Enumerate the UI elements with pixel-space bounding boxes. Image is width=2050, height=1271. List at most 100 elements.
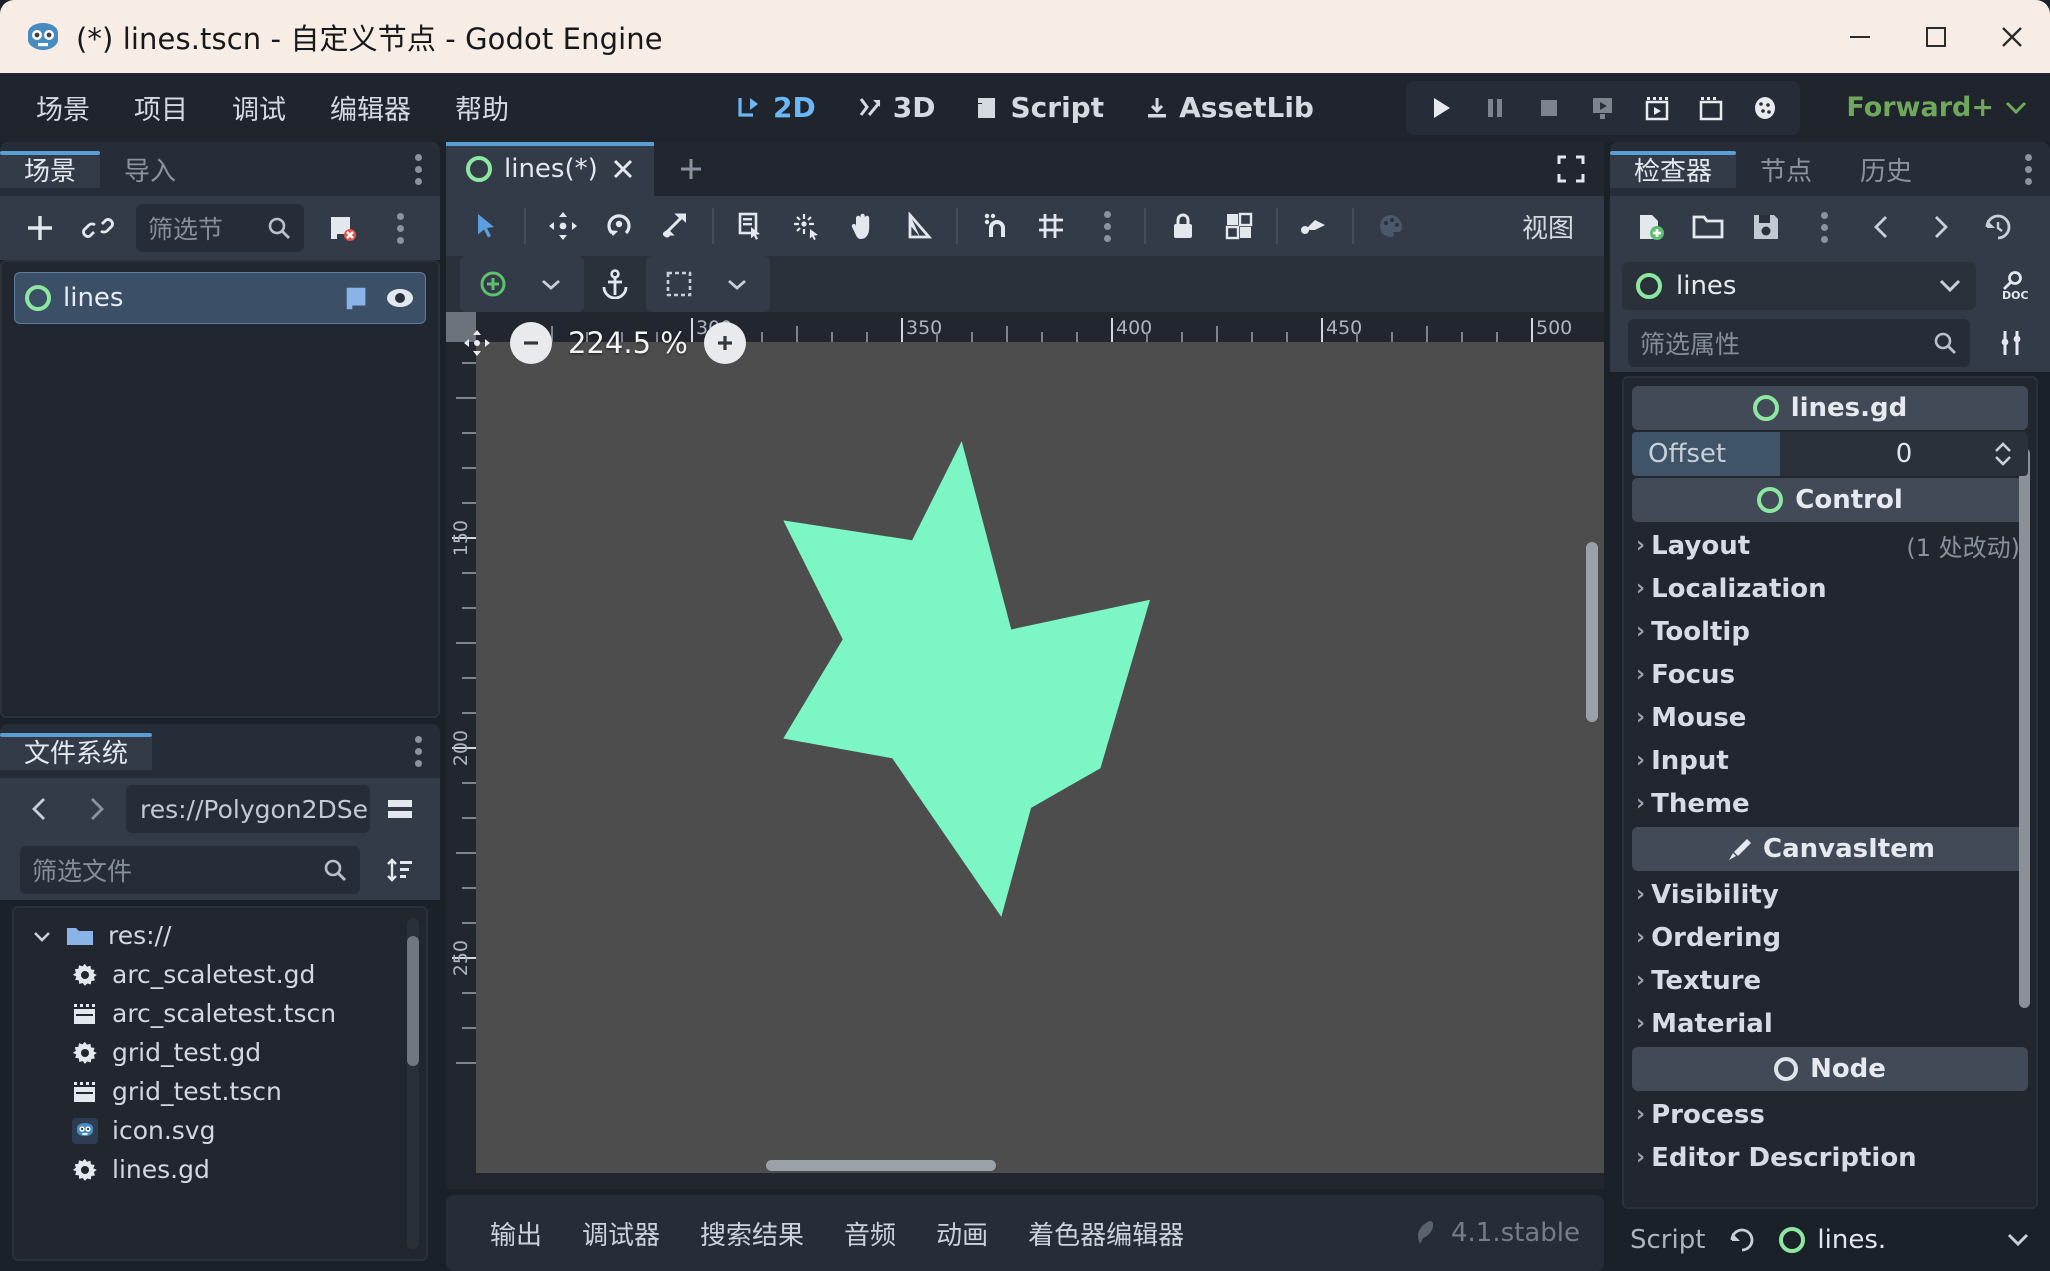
close-button[interactable]	[1974, 0, 2050, 73]
skeleton-icon[interactable]	[1288, 201, 1342, 251]
tab-node[interactable]: 节点	[1736, 151, 1836, 188]
canvas-drawing-area[interactable]	[476, 342, 1604, 1173]
inspector-group-localization[interactable]: › Localization	[1624, 567, 2036, 610]
chevron-down-icon[interactable]	[1938, 278, 1962, 294]
minimize-button[interactable]	[1822, 0, 1898, 73]
instantiate-scene-button[interactable]	[72, 203, 124, 253]
add-node-button[interactable]	[14, 203, 66, 253]
menu-scene[interactable]: 场景	[14, 80, 112, 135]
spinner-icon[interactable]	[1992, 440, 2014, 468]
inspector-group-layout[interactable]: › Layout (1 处改动)	[1624, 524, 2036, 567]
mode-3d-button[interactable]: 3D	[840, 83, 952, 132]
new-scene-tab-button[interactable]	[654, 142, 728, 196]
snap-options-icon[interactable]	[1080, 201, 1134, 251]
script-property-value[interactable]: lines.	[1779, 1225, 1886, 1255]
mode-script-button[interactable]: Script	[960, 83, 1121, 132]
maximize-button[interactable]	[1898, 0, 1974, 73]
lock-icon[interactable]	[1156, 201, 1210, 251]
save-resource-button[interactable]	[1740, 202, 1792, 252]
filesystem-dock-menu-icon[interactable]	[397, 735, 440, 767]
menu-debug[interactable]: 调试	[210, 80, 308, 135]
list-item[interactable]: arc_scaletest.gd	[14, 955, 426, 994]
renderer-selector[interactable]: Forward+	[1846, 92, 2028, 123]
inspector-group-input[interactable]: › Input	[1624, 739, 2036, 782]
filesystem-filter-input[interactable]: 筛选文件	[20, 846, 360, 894]
group-icon[interactable]	[1212, 201, 1266, 251]
filesystem-scrollbar-thumb[interactable]	[407, 936, 419, 1066]
history-icon[interactable]	[1972, 202, 2024, 252]
list-item[interactable]: icon.svg	[14, 1111, 426, 1150]
chevron-down-icon[interactable]	[2006, 1232, 2030, 1248]
bottom-tab-animation[interactable]: 动画	[916, 1215, 1008, 1252]
visibility-icon[interactable]	[385, 285, 415, 311]
inspector-category-control[interactable]: Control	[1632, 478, 2028, 522]
inspector-group-visibility[interactable]: › Visibility	[1624, 873, 2036, 916]
view-menu-button[interactable]: 视图	[1506, 208, 1590, 245]
canvas-viewport[interactable]: 300 350 400	[446, 312, 1604, 1189]
rect-options-icon[interactable]	[710, 259, 764, 309]
revert-icon[interactable]	[1727, 1226, 1757, 1254]
script-attached-icon[interactable]	[343, 284, 371, 312]
snap-mode-icon[interactable]	[968, 201, 1022, 251]
inspector-property-list[interactable]: lines.gd Offset 0 Control › Layout (1 处改…	[1622, 376, 2038, 1209]
tab-filesystem[interactable]: 文件系统	[0, 732, 153, 770]
inspector-group-editor-description[interactable]: › Editor Description	[1624, 1136, 2036, 1179]
split-mode-button[interactable]	[374, 784, 426, 834]
list-item[interactable]: grid_test.gd	[14, 1033, 426, 1072]
bottom-tab-audio[interactable]: 音频	[824, 1215, 916, 1252]
sort-button[interactable]	[374, 845, 426, 895]
new-resource-button[interactable]	[1624, 202, 1676, 252]
anchor-icon[interactable]	[588, 259, 642, 309]
zoom-out-button[interactable]	[510, 322, 552, 364]
inspector-group-ordering[interactable]: › Ordering	[1624, 916, 2036, 959]
inspector-scrollbar-thumb[interactable]	[2019, 448, 2030, 1008]
inspector-group-focus[interactable]: › Focus	[1624, 653, 2036, 696]
open-doc-button[interactable]: DOC	[1986, 261, 2038, 311]
bottom-tab-debugger[interactable]: 调试器	[562, 1215, 680, 1252]
close-icon[interactable]	[610, 156, 636, 182]
rect-select-icon[interactable]	[652, 259, 706, 309]
rotate-mode-icon[interactable]	[592, 201, 646, 251]
history-forward-button[interactable]	[1914, 202, 1966, 252]
menu-editor[interactable]: 编辑器	[308, 80, 433, 135]
inspector-group-material[interactable]: › Material	[1624, 1002, 2036, 1045]
tab-scene[interactable]: 场景	[0, 150, 101, 188]
tab-inspector[interactable]: 检查器	[1610, 150, 1737, 188]
inspector-group-mouse[interactable]: › Mouse	[1624, 696, 2036, 739]
filesystem-path-input[interactable]: res://Polygon2DSe	[126, 785, 370, 833]
inspector-group-theme[interactable]: › Theme	[1624, 782, 2036, 825]
movie-writer-icon[interactable]	[1686, 85, 1736, 131]
play-custom-scene-icon[interactable]	[1632, 85, 1682, 131]
inspector-node-selector[interactable]: lines	[1622, 262, 1976, 310]
pan-mode-icon[interactable]	[836, 201, 890, 251]
move-mode-icon[interactable]	[536, 201, 590, 251]
inspector-dock-menu-icon[interactable]	[2007, 153, 2050, 185]
list-select-icon[interactable]	[724, 201, 778, 251]
scale-mode-icon[interactable]	[648, 201, 702, 251]
bottom-tab-output[interactable]: 输出	[470, 1215, 562, 1252]
list-item[interactable]: lines.gd	[14, 1150, 426, 1189]
pause-icon[interactable]	[1470, 85, 1520, 131]
stop-icon[interactable]	[1524, 85, 1574, 131]
resource-menu-icon[interactable]	[1798, 202, 1850, 252]
inspector-category-node[interactable]: Node	[1632, 1047, 2028, 1091]
history-back-button[interactable]	[1856, 202, 1908, 252]
play-icon[interactable]	[1416, 85, 1466, 131]
inspector-group-texture[interactable]: › Texture	[1624, 959, 2036, 1002]
detach-script-button[interactable]	[316, 203, 368, 253]
remote-debug-icon[interactable]	[1740, 85, 1790, 131]
list-item[interactable]: arc_scaletest.tscn	[14, 994, 426, 1033]
ruler-mode-icon[interactable]	[892, 201, 946, 251]
bottom-tab-shader-editor[interactable]: 着色器编辑器	[1008, 1215, 1204, 1252]
scene-filter-input[interactable]: 筛选节	[136, 204, 304, 252]
viewport-horizontal-scrollbar[interactable]	[766, 1160, 996, 1171]
nav-forward-button[interactable]	[70, 784, 122, 834]
bottom-tab-search-results[interactable]: 搜索结果	[680, 1215, 824, 1252]
select-mode-icon[interactable]	[460, 201, 514, 251]
distraction-free-button[interactable]	[1538, 142, 1604, 196]
menu-help[interactable]: 帮助	[433, 80, 531, 135]
list-item[interactable]: res://	[14, 916, 426, 955]
viewport-vertical-scrollbar[interactable]	[1586, 542, 1598, 722]
scene-options-menu-icon[interactable]	[374, 203, 426, 253]
list-item[interactable]: grid_test.tscn	[14, 1072, 426, 1111]
